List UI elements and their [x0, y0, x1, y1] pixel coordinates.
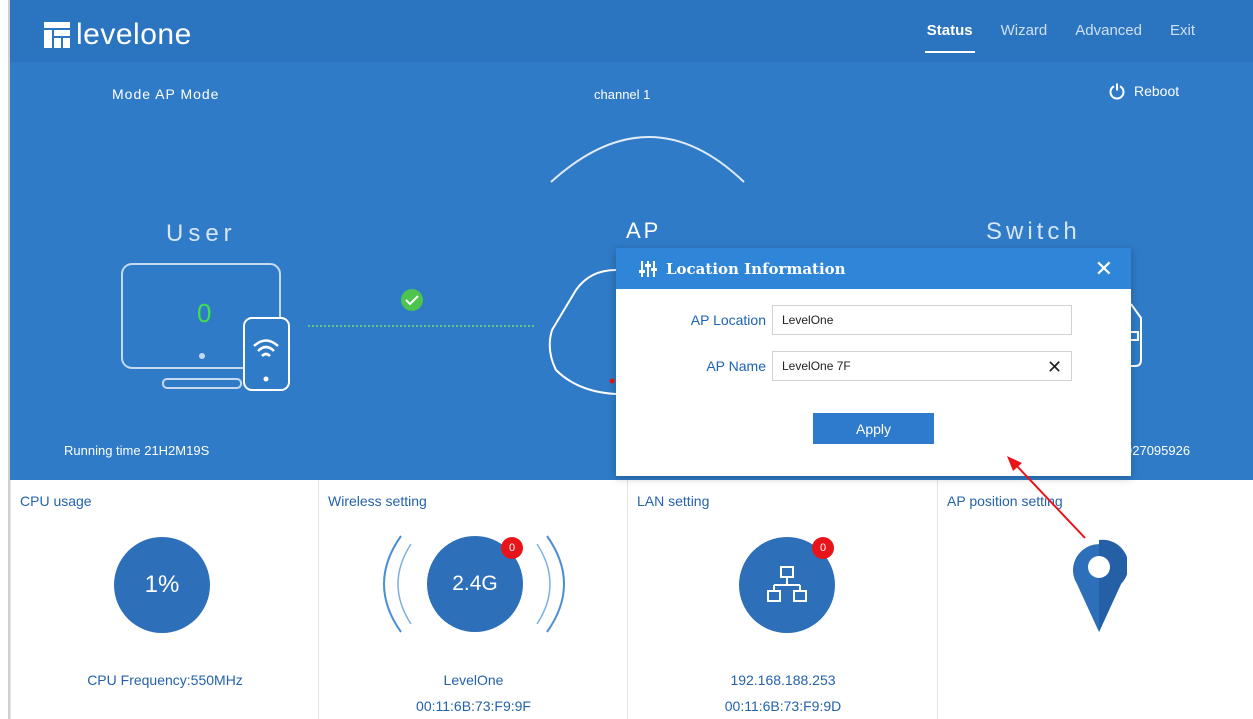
logo-text: levelone: [76, 18, 192, 51]
lan-badge: 0: [812, 537, 834, 559]
wireless-ssid: LevelOne: [443, 672, 504, 688]
cpu-usage-circle: 1%: [114, 537, 210, 633]
ap-location-row: AP Location: [616, 305, 1072, 335]
nav-status[interactable]: Status: [924, 22, 975, 53]
brand-logo: levelone: [44, 18, 192, 52]
wireless-band: 2.4G: [452, 572, 498, 595]
ap-name-input[interactable]: [772, 351, 1072, 381]
reboot-button[interactable]: Reboot: [1108, 82, 1179, 100]
ap-name-row: AP Name ✕: [616, 351, 1072, 381]
power-icon: [1109, 83, 1125, 100]
close-icon[interactable]: ✕: [1095, 256, 1113, 282]
lan-panel[interactable]: LAN setting 0 192.168.188.253 00:11:6B:7…: [627, 480, 937, 719]
main-nav: Status Wizard Advanced Exit: [924, 22, 1195, 53]
dialog-title: Location Information: [666, 259, 846, 278]
clear-icon[interactable]: ✕: [1047, 357, 1062, 378]
wireless-panel-title: Wireless setting: [328, 493, 427, 509]
app-window: levelone Status Wizard Advanced Exit Mod…: [0, 0, 1253, 719]
ap-location-label: AP Location: [690, 312, 766, 328]
cpu-panel-title: CPU usage: [20, 493, 92, 509]
ap-label: AP: [626, 218, 662, 243]
location-pin-icon[interactable]: [1071, 536, 1127, 634]
position-panel[interactable]: AP position setting: [937, 480, 1253, 719]
user-count: 0: [197, 298, 212, 328]
device-serial: 927095926: [1125, 443, 1191, 458]
ap-location-input[interactable]: [772, 305, 1072, 335]
cpu-panel[interactable]: CPU usage 1% CPU Frequency:550MHz: [10, 480, 318, 719]
location-info-dialog: Location Information ✕ AP Location AP Na…: [616, 248, 1131, 476]
wireless-panel[interactable]: Wireless setting 2.4G 0 LevelOne 00:11:6…: [318, 480, 627, 719]
settings-sliders-icon: [639, 260, 657, 277]
ap-name-label: AP Name: [706, 358, 766, 374]
mode-text: Mode AP Mode: [112, 86, 220, 102]
reboot-label: Reboot: [1134, 83, 1180, 99]
lan-mac: 00:11:6B:73:F9:9D: [724, 698, 842, 714]
running-time: Running time 21H2M19S: [64, 443, 210, 458]
logo-icon: [44, 22, 70, 48]
network-topology-icon: [767, 566, 807, 602]
lan-ip: 192.168.188.253: [730, 672, 836, 688]
apply-button[interactable]: Apply: [813, 413, 934, 444]
position-panel-title: AP position setting: [947, 493, 1063, 509]
wireless-mac: 00:11:6B:73:F9:9F: [416, 698, 531, 714]
wireless-badge: 0: [501, 537, 523, 559]
cpu-usage-value: 1%: [144, 571, 180, 598]
nav-exit[interactable]: Exit: [1170, 22, 1195, 53]
lan-panel-title: LAN setting: [637, 493, 710, 509]
user-label: User: [166, 220, 237, 247]
cpu-frequency: CPU Frequency:550MHz: [87, 672, 243, 688]
nav-advanced[interactable]: Advanced: [1075, 22, 1142, 53]
dialog-header: Location Information ✕: [616, 248, 1131, 289]
nav-wizard[interactable]: Wizard: [1001, 22, 1048, 53]
top-header: levelone Status Wizard Advanced Exit: [10, 0, 1253, 62]
channel-text: channel 1: [594, 87, 651, 102]
switch-label: Switch: [986, 218, 1081, 245]
